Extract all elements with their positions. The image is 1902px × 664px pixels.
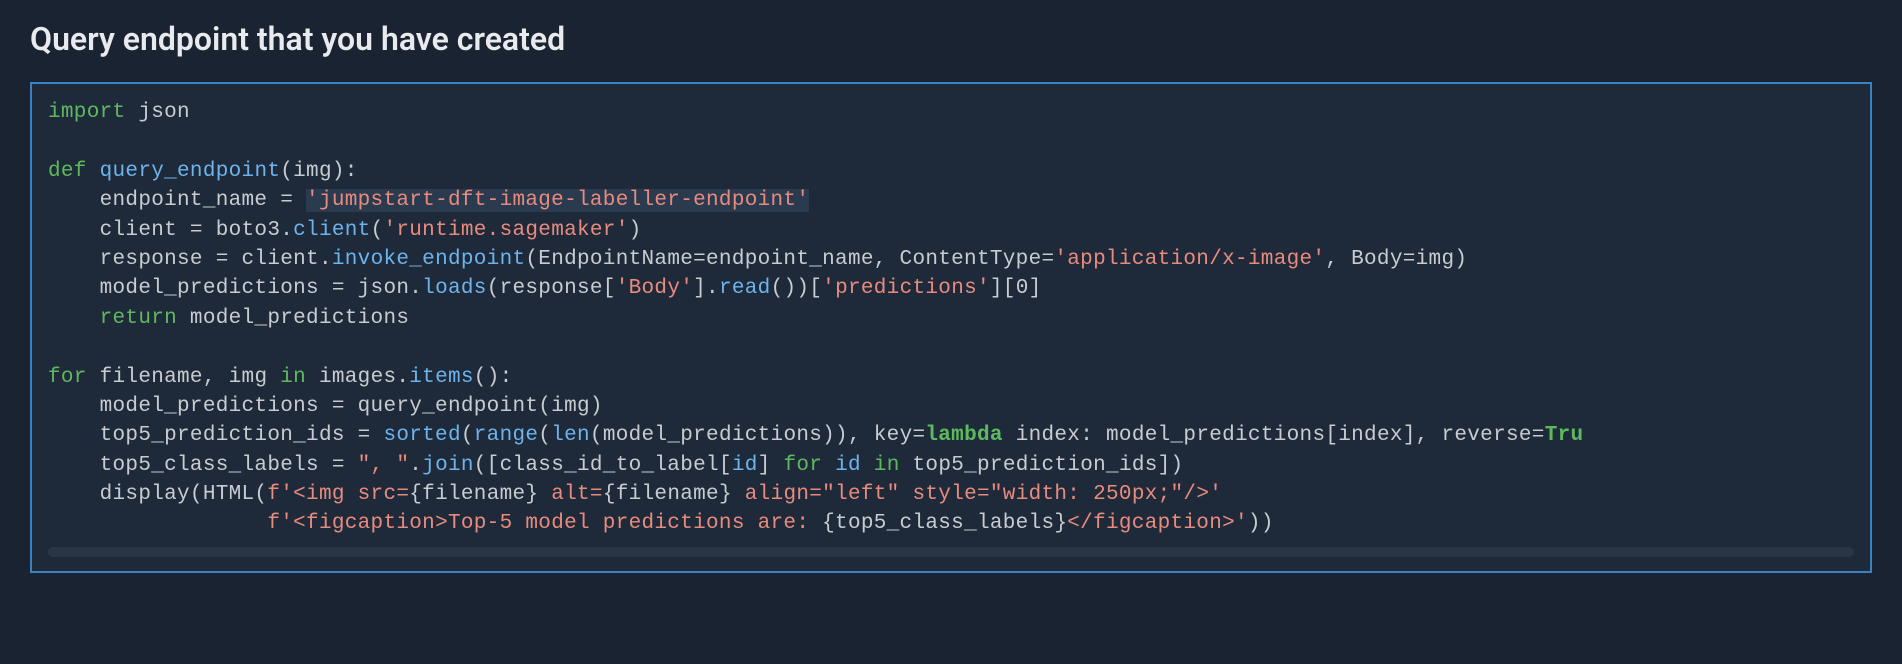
code-text: endpoint_name = <box>48 189 306 212</box>
code-text: , Body=img) <box>1325 248 1467 271</box>
code-text: ]. <box>693 277 719 300</box>
fstring: f'<figcaption>Top-5 model predictions ar… <box>267 512 822 535</box>
fstring-var: {filename} <box>409 483 538 506</box>
function-name: query_endpoint <box>87 160 281 183</box>
horizontal-scrollbar[interactable] <box>48 547 1854 557</box>
fstring: f'<img src= <box>267 483 409 506</box>
keyword-lambda: lambda <box>925 424 1002 447</box>
keyword-in: in <box>874 454 900 477</box>
indent <box>48 307 100 330</box>
code-block-container: import json def query_endpoint(img): end… <box>30 82 1872 573</box>
paren: ( <box>371 219 384 242</box>
code-text: client = boto3. <box>48 219 293 242</box>
fstring: align="left" style="width: 250px;"/>' <box>732 483 1222 506</box>
code-text: ] <box>758 454 784 477</box>
string-literal: 'predictions' <box>822 277 990 300</box>
fstring-var: {top5_class_labels} <box>822 512 1067 535</box>
code-text: top5_prediction_ids = <box>48 424 383 447</box>
params: (img): <box>280 160 357 183</box>
number: 0 <box>1016 277 1029 300</box>
keyword-return: return <box>100 307 177 330</box>
code-text: ())[ <box>771 277 823 300</box>
fstring: alt= <box>538 483 603 506</box>
function-call: read <box>719 277 771 300</box>
code-text: ] <box>1029 277 1042 300</box>
indent <box>48 512 267 535</box>
code-text: model_predictions = query_endpoint(img) <box>48 395 603 418</box>
code-text: (): <box>474 366 513 389</box>
keyword-for: for <box>48 366 87 389</box>
keyword-def: def <box>48 160 87 183</box>
code-text: response = client. <box>48 248 332 271</box>
string-literal-highlighted: 'jumpstart-dft-image-labeller-endpoint' <box>306 189 809 212</box>
code-text: )) <box>1248 512 1274 535</box>
code-text: ([class_id_to_label[ <box>474 454 732 477</box>
code-text: index: model_predictions[index], reverse… <box>1003 424 1545 447</box>
function-call: client <box>293 219 370 242</box>
code-text <box>861 454 874 477</box>
function-call: invoke_endpoint <box>332 248 526 271</box>
fstring-var: {filename} <box>603 483 732 506</box>
keyword-import: import <box>48 101 125 124</box>
code-text <box>822 454 835 477</box>
code-text: ][ <box>990 277 1016 300</box>
code-text: (EndpointName=endpoint_name, ContentType… <box>525 248 1054 271</box>
keyword-for: for <box>783 454 822 477</box>
keyword-in: in <box>280 366 306 389</box>
function-call: loads <box>422 277 487 300</box>
keyword-true: Tru <box>1545 424 1584 447</box>
code-text: (model_predictions)), key= <box>590 424 925 447</box>
code-text: model_predictions <box>177 307 409 330</box>
section-title: Query endpoint that you have created <box>30 20 1872 58</box>
builtin-id: id <box>732 454 758 477</box>
code-text: images. <box>306 366 409 389</box>
code-text: (response[ <box>487 277 616 300</box>
paren: ( <box>538 424 551 447</box>
string-literal: 'application/x-image' <box>1054 248 1325 271</box>
function-call: join <box>422 454 474 477</box>
builtin-sorted: sorted <box>383 424 460 447</box>
code-text: top5_class_labels = <box>48 454 358 477</box>
builtin-id: id <box>835 454 861 477</box>
code-text: . <box>409 454 422 477</box>
code-text: top5_prediction_ids]) <box>900 454 1184 477</box>
string-literal: 'runtime.sagemaker' <box>383 219 628 242</box>
fstring: </figcaption>' <box>1067 512 1248 535</box>
function-call: items <box>409 366 474 389</box>
builtin-range: range <box>474 424 539 447</box>
paren: ) <box>629 219 642 242</box>
code-text: display(HTML( <box>48 483 267 506</box>
string-literal: ", " <box>358 454 410 477</box>
paren: ( <box>461 424 474 447</box>
code-block[interactable]: import json def query_endpoint(img): end… <box>48 98 1854 539</box>
code-text: filename, img <box>87 366 281 389</box>
module-name: json <box>125 101 190 124</box>
code-text: model_predictions = json. <box>48 277 422 300</box>
string-literal: 'Body' <box>616 277 693 300</box>
builtin-len: len <box>551 424 590 447</box>
